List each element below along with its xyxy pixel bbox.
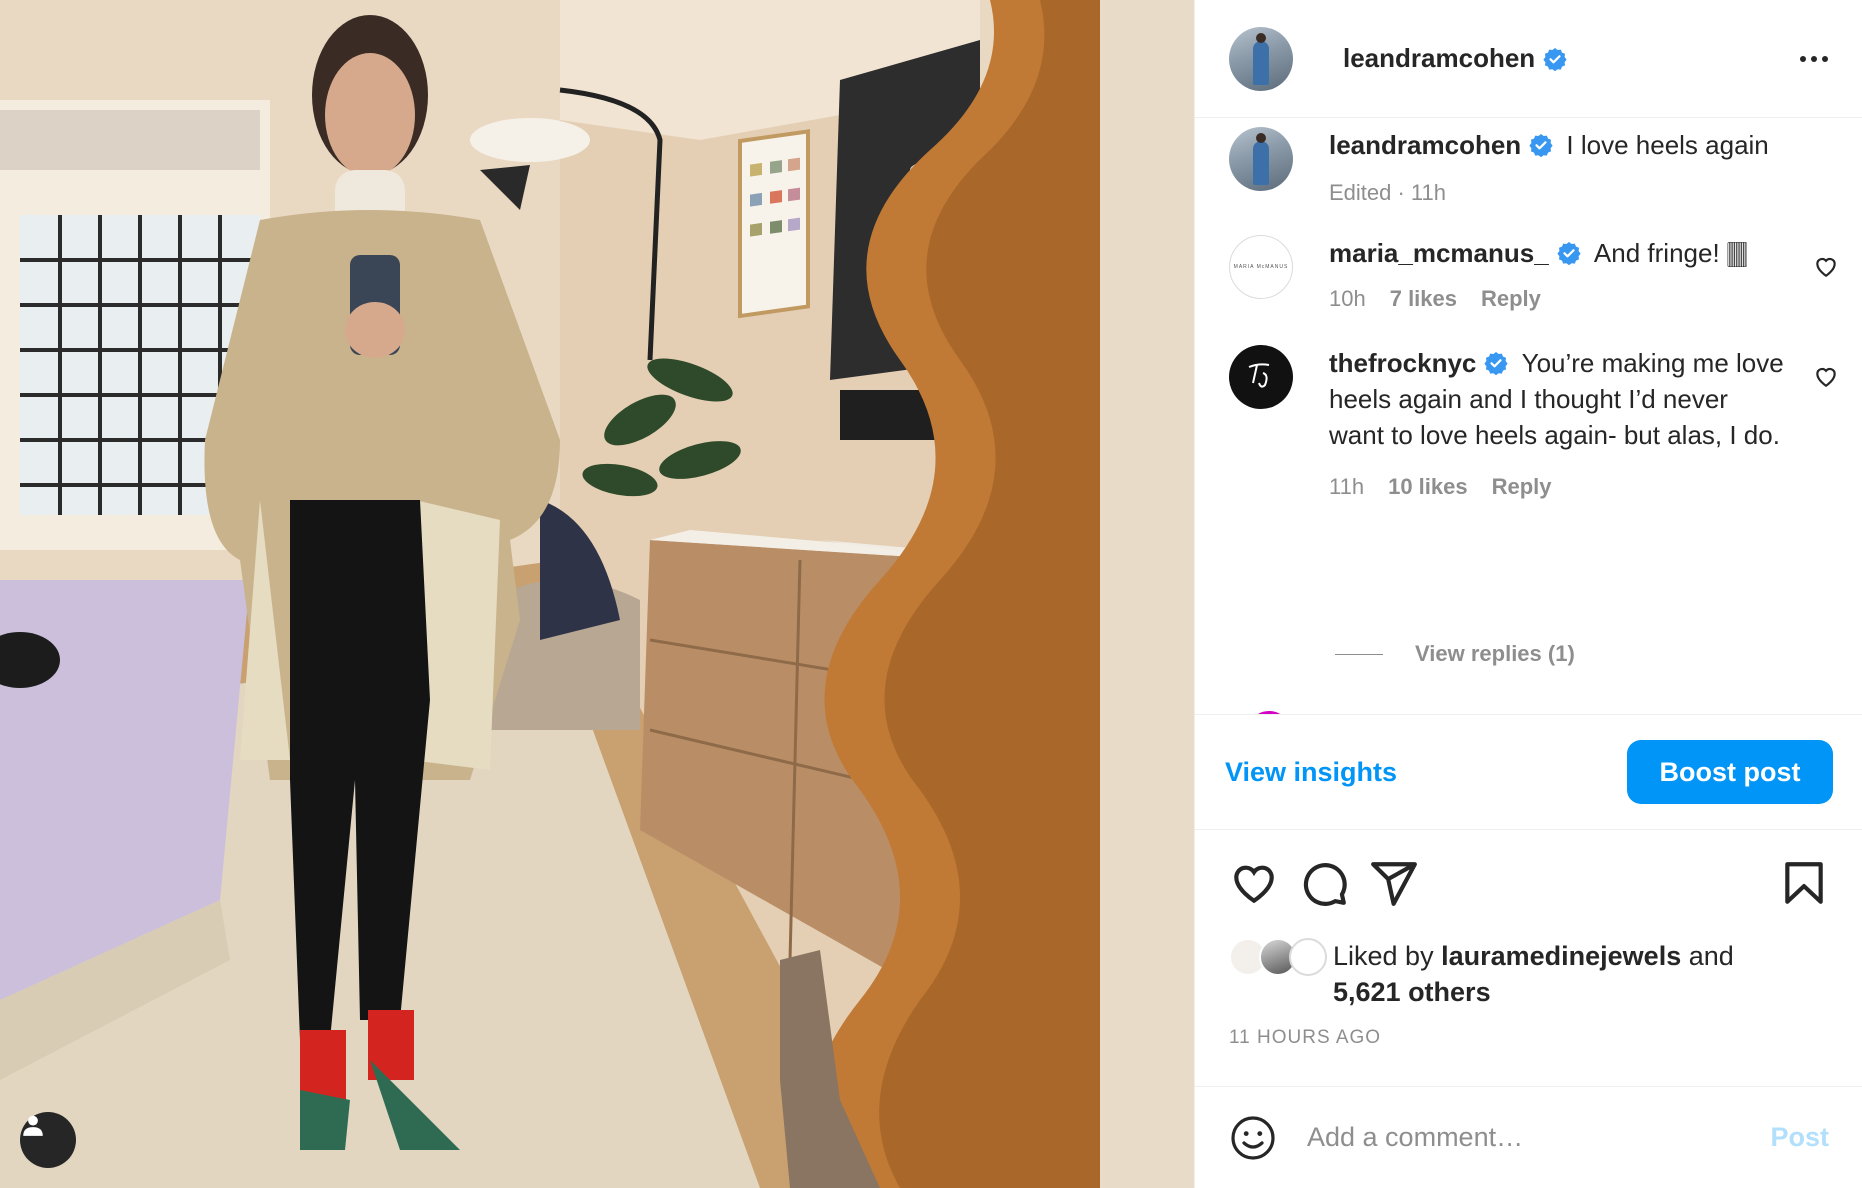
comment-input[interactable] <box>1307 1122 1771 1153</box>
comment-item: MARIA McMANUS maria_mcmanus_ And fringe!… <box>1229 235 1839 317</box>
caption-text: I love heels again <box>1566 130 1769 160</box>
verified-badge-icon <box>1557 242 1581 265</box>
author-username[interactable]: leandramcohen <box>1343 43 1535 74</box>
post-side-panel: leandramcohen leandramcohen I love heels… <box>1194 0 1862 1188</box>
likes-others-count[interactable]: 5,621 others <box>1333 977 1491 1007</box>
share-send-icon[interactable] <box>1369 858 1419 908</box>
likes-summary: Liked by lauramedinejewels and 5,621 oth… <box>1229 938 1849 1010</box>
view-replies-label: View replies (1) <box>1415 641 1575 666</box>
boost-post-button[interactable]: Boost post <box>1627 740 1833 804</box>
dot <box>1811 55 1817 62</box>
dot <box>1800 55 1806 62</box>
replies-divider-line <box>1335 653 1383 655</box>
liker-avatar <box>1289 938 1327 976</box>
comment-time: 11h <box>1329 474 1365 499</box>
dot <box>1822 55 1828 62</box>
user-icon <box>23 1115 43 1136</box>
post-header: leandramcohen <box>1195 0 1862 118</box>
comment-meta: 10h 7 likes Reply <box>1329 281 1789 317</box>
commenter-avatar[interactable] <box>1229 345 1293 409</box>
like-comment-heart-icon[interactable] <box>1813 363 1839 389</box>
tagged-users-button[interactable] <box>20 1112 76 1168</box>
like-heart-icon[interactable] <box>1229 858 1279 908</box>
caption-meta: Edited · 11h <box>1329 175 1839 211</box>
liked-by-prefix: Liked by <box>1333 941 1434 971</box>
more-options-button[interactable] <box>1800 48 1828 70</box>
comment-likes[interactable]: 10 likes <box>1388 469 1468 505</box>
view-insights-link[interactable]: View insights <box>1225 757 1397 788</box>
author-avatar[interactable] <box>1229 26 1293 91</box>
view-replies-button[interactable]: View replies (1) <box>1335 641 1575 667</box>
save-bookmark-icon[interactable] <box>1779 858 1829 908</box>
the-frock-logo <box>1248 363 1270 388</box>
comment-item: thefrocknyc You’re making me love heels … <box>1229 345 1839 505</box>
post-photo[interactable] <box>0 0 1194 1188</box>
caption-body: leandramcohen I love heels again Edited … <box>1329 127 1839 211</box>
comment-likes[interactable]: 7 likes <box>1390 281 1457 317</box>
author-info: leandramcohen <box>1343 43 1567 74</box>
liked-by-and: and <box>1688 941 1734 971</box>
liked-by-user[interactable]: lauramedinejewels <box>1441 941 1681 971</box>
comment-time: 10h <box>1329 286 1366 311</box>
comment-username[interactable]: maria_mcmanus_ <box>1329 238 1549 268</box>
post-comment-button[interactable]: Post <box>1770 1122 1829 1153</box>
verified-badge-icon <box>1484 352 1508 375</box>
mirror-selfie-image <box>0 0 1194 1188</box>
post-timestamp[interactable]: 11 HOURS AGO <box>1229 1027 1381 1049</box>
verified-badge-icon <box>1543 47 1567 71</box>
caption-edited-time: Edited · 11h <box>1329 180 1447 205</box>
like-comment-heart-icon[interactable] <box>1813 253 1839 279</box>
reply-button[interactable]: Reply <box>1492 469 1552 505</box>
emoji-icon[interactable] <box>1229 1114 1277 1162</box>
comment-username[interactable]: thefrocknyc <box>1329 348 1476 378</box>
comment-meta: 11h 10 likes Reply <box>1329 469 1789 505</box>
caption-username[interactable]: leandramcohen <box>1329 130 1521 160</box>
comments-list[interactable]: leandramcohen I love heels again Edited … <box>1195 119 1862 714</box>
caption: leandramcohen I love heels again Edited … <box>1229 127 1839 211</box>
avatar-wordmark: MARIA McMANUS <box>1233 264 1289 270</box>
liker-avatars[interactable] <box>1229 938 1333 982</box>
comment-text: And fringe! 🀫 <box>1593 238 1748 268</box>
insights-bar: View insights Boost post <box>1195 714 1862 830</box>
action-bar <box>1195 830 1862 932</box>
comment-bubble-icon[interactable] <box>1299 858 1349 908</box>
reply-button[interactable]: Reply <box>1481 281 1541 317</box>
caption-avatar[interactable] <box>1229 127 1293 191</box>
comment-body: thefrocknyc You’re making me love heels … <box>1329 345 1839 505</box>
comment-body: maria_mcmanus_ And fringe! 🀫 10h 7 likes… <box>1329 235 1839 317</box>
likes-text: Liked by lauramedinejewels and 5,621 oth… <box>1333 938 1734 1010</box>
add-comment-bar: Post <box>1195 1086 1862 1188</box>
verified-badge-icon <box>1529 134 1553 157</box>
commenter-avatar[interactable]: MARIA McMANUS <box>1229 235 1293 299</box>
